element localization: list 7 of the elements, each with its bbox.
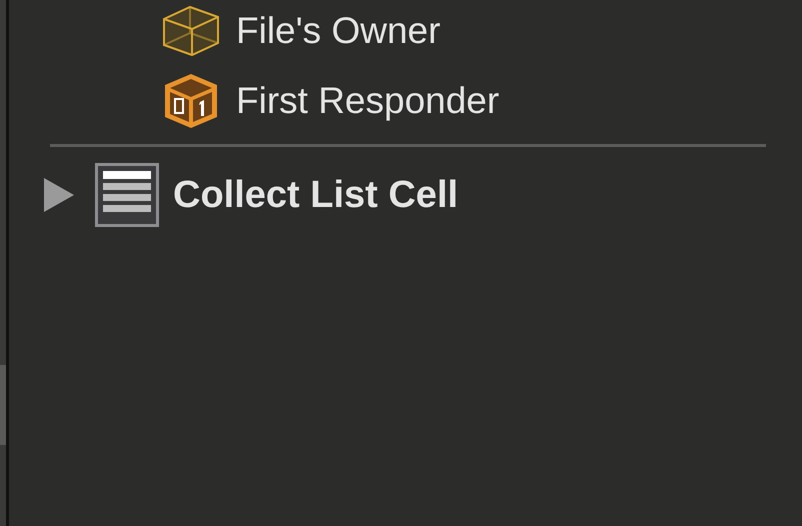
outline-item[interactable]: First Responder [236, 73, 500, 129]
outline-item[interactable]: File's Owner [236, 3, 440, 59]
cube-outline-icon [162, 5, 220, 57]
cube-icon [162, 71, 220, 131]
outline-item[interactable]: Collect List Cell [173, 166, 458, 224]
disclosure-triangle-icon[interactable] [44, 178, 74, 212]
list-icon [95, 163, 159, 227]
